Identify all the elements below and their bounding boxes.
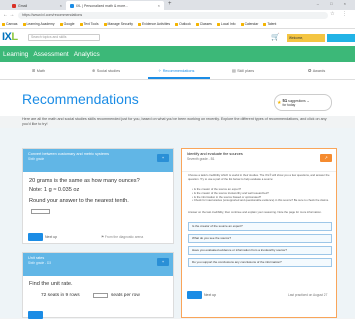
tab-awards[interactable]: ✪ Awards bbox=[308, 68, 325, 74]
criteria-list: • Is the creator of the source an expert… bbox=[192, 187, 332, 203]
recommendation-card[interactable]: Convert between customary and metric sys… bbox=[22, 148, 174, 244]
bookmark[interactable]: Text Tools bbox=[79, 22, 99, 26]
tab-label: Gmail bbox=[18, 3, 28, 8]
practice-button[interactable] bbox=[187, 291, 202, 299]
clipboard-icon: ▤ bbox=[232, 69, 236, 73]
recommendations-icon: ✧ bbox=[158, 69, 162, 73]
question-unit: seats per row bbox=[111, 293, 140, 298]
card-header: Identify and evaluate the sources Sevent… bbox=[182, 149, 336, 172]
bookmark[interactable]: Learning Academy bbox=[22, 22, 55, 26]
answer-input[interactable] bbox=[93, 293, 108, 298]
question-text: 20 grams is the same as how many ounces? bbox=[29, 178, 140, 184]
welcome-badge[interactable]: Welcome, bbox=[287, 34, 325, 42]
card-grade: Sixth grade bbox=[28, 157, 45, 161]
nav-assessment[interactable]: Assessment bbox=[33, 51, 68, 58]
bookmark[interactable]: Canvas bbox=[2, 22, 18, 26]
last-practiced: Last practiced on August 27 bbox=[288, 293, 328, 297]
chevron-down-icon: ⌄ bbox=[306, 98, 310, 103]
url-field[interactable]: https://www.ixl.com/recommendations bbox=[18, 11, 328, 19]
gmail-icon bbox=[12, 3, 16, 8]
tab-recommendations[interactable]: ✧ Recommendations bbox=[158, 68, 194, 74]
bookmark[interactable]: Manage Security bbox=[103, 22, 133, 26]
answer-choice[interactable]: Is the creator of the source an expert? bbox=[188, 222, 332, 231]
question-instruction: Round your answer to the nearest tenth. bbox=[29, 198, 129, 204]
bookmark[interactable]: Outlook bbox=[175, 22, 191, 26]
browser-tab-bar: Gmail × IXL | Personalized math & more..… bbox=[0, 0, 355, 10]
close-icon[interactable]: × bbox=[158, 3, 160, 8]
list-item: • Check for inaccuracies (unsupported an… bbox=[192, 198, 329, 203]
card-instruction: Answer on the last credibility, then con… bbox=[188, 210, 322, 214]
diagnostic-link[interactable]: ⚑ From the diagnostic arena bbox=[101, 235, 143, 239]
page-title: Recommendations bbox=[22, 91, 139, 107]
suggestions-sub: for today bbox=[282, 102, 296, 107]
card-grade: Seventh grade - B1 bbox=[187, 157, 215, 161]
close-icon[interactable]: × bbox=[60, 3, 62, 8]
next-up-label: Next up bbox=[45, 235, 58, 239]
question-text: Find the unit rate. bbox=[29, 281, 73, 287]
bookmark[interactable]: Calendar bbox=[240, 22, 258, 26]
card-title: Identify and evaluate the sources bbox=[187, 152, 243, 156]
star-icon: ★ bbox=[277, 99, 282, 106]
window-controls[interactable]: – □ × bbox=[317, 1, 351, 6]
answer-choice[interactable]: What do you see the source? bbox=[188, 234, 332, 243]
site-header: IXL Search topics and skills 🛒 Welcome, bbox=[0, 29, 355, 46]
account-button[interactable] bbox=[327, 34, 355, 42]
nav-arrows-icon[interactable]: ← → bbox=[3, 12, 17, 18]
suggestions-badge[interactable]: ★ 51 suggestions ⌄ for today bbox=[274, 94, 332, 111]
new-tab-button[interactable]: + bbox=[168, 1, 172, 7]
suggestions-count: 51 bbox=[282, 97, 288, 103]
question-rate: 72 seats in 9 rows bbox=[41, 293, 80, 298]
card-header: Unit rates Sixth grade - D3 + bbox=[23, 253, 173, 276]
star-icon[interactable]: ☆ ⋮ bbox=[330, 11, 350, 17]
bookmark[interactable]: Local Info bbox=[216, 22, 236, 26]
recommendation-card[interactable]: Unit rates Sixth grade - D3 + Find the u… bbox=[22, 252, 174, 319]
bookmark[interactable]: Evidence Activities bbox=[138, 22, 170, 26]
card-title: Unit rates bbox=[28, 256, 45, 260]
tab-label: IXL | Personalized math & more... bbox=[76, 3, 129, 8]
nav-learning[interactable]: Learning bbox=[3, 51, 28, 58]
bookmarks-bar: Canvas Learning Academy Google Text Tool… bbox=[0, 20, 355, 29]
tab-skill-plans[interactable]: ▤ Skill plans bbox=[232, 68, 254, 74]
card-header: Convert between customary and metric sys… bbox=[23, 149, 173, 172]
address-bar: ← → https://www.ixl.com/recommendations … bbox=[0, 10, 355, 20]
bookmark[interactable]: Classes bbox=[195, 22, 212, 26]
active-tab-indicator bbox=[148, 77, 210, 79]
ixl-logo[interactable]: IXL bbox=[2, 32, 18, 43]
ixl-favicon-icon bbox=[70, 3, 74, 8]
trend-icon[interactable]: ↗ bbox=[320, 154, 332, 162]
card-grade: Sixth grade - D3 bbox=[28, 261, 52, 265]
add-skill-icon[interactable]: + bbox=[157, 258, 169, 266]
math-icon: ⊞ bbox=[32, 69, 36, 73]
add-skill-icon[interactable]: + bbox=[157, 154, 169, 162]
answer-choice[interactable]: Have you evaluated evidence or informati… bbox=[188, 246, 332, 255]
subject-tabs: ⊞ Math ⊕ Social studies ✧ Recommendations ▤… bbox=[0, 62, 355, 80]
nav-analytics[interactable]: Analytics bbox=[74, 51, 100, 58]
bookmark[interactable]: Talent bbox=[263, 22, 276, 26]
tab-math[interactable]: ⊞ Math bbox=[32, 68, 45, 74]
globe-icon: ⊕ bbox=[92, 69, 96, 73]
awards-icon: ✪ bbox=[308, 69, 312, 73]
question-note: Note: 1 g ≈ 0.035 oz bbox=[29, 187, 80, 193]
tab-gmail[interactable]: Gmail × bbox=[8, 1, 66, 10]
cart-icon[interactable]: 🛒 bbox=[271, 33, 280, 41]
card-description: Choose a task's credibility which is use… bbox=[188, 173, 330, 181]
page-header: Recommendations ★ 51 suggestions ⌄ for t… bbox=[0, 80, 355, 116]
tab-social-studies[interactable]: ⊕ Social studies bbox=[92, 68, 120, 74]
search-input[interactable]: Search topics and skills bbox=[28, 34, 100, 41]
answer-input[interactable] bbox=[31, 209, 50, 214]
card-title: Convert between customary and metric sys… bbox=[28, 152, 110, 156]
answer-choice[interactable]: Do you support the conclusions any concl… bbox=[188, 258, 332, 267]
next-up-label: Next up bbox=[204, 293, 217, 297]
intro-text: Here are all the math and social studies… bbox=[22, 117, 327, 126]
tab-ixl[interactable]: IXL | Personalized math & more... × bbox=[66, 1, 164, 10]
main-nav: Learning Assessment Analytics bbox=[0, 46, 355, 62]
recommendation-card[interactable]: Identify and evaluate the sources Sevent… bbox=[181, 148, 337, 318]
bookmark[interactable]: Google bbox=[59, 22, 75, 26]
practice-button[interactable] bbox=[28, 233, 43, 241]
